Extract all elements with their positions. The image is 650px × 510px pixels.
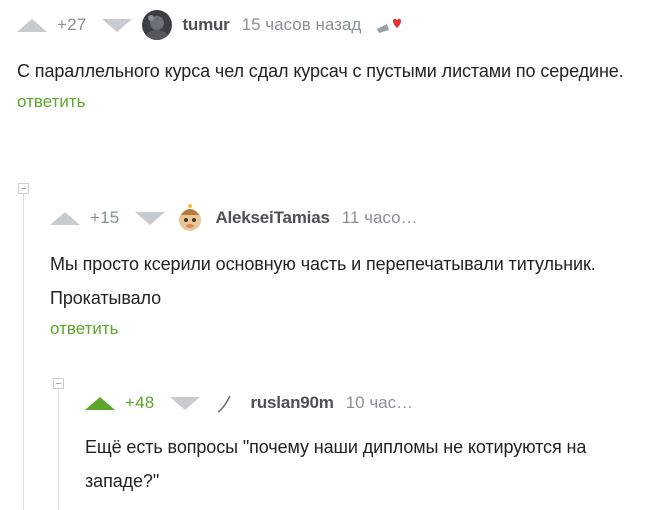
vote-controls: +15 [50, 208, 166, 228]
heart-badge-icon [375, 15, 402, 35]
collapse-thread-button[interactable] [18, 183, 29, 194]
comment-rating: +15 [90, 208, 120, 227]
comment-header: +27 tumur 15 часов назад [17, 10, 637, 40]
downvote-icon[interactable] [170, 396, 201, 410]
comment-text: С параллельного курса чел сдал курсач с … [17, 61, 624, 81]
comment-time[interactable]: 15 часов назад [242, 15, 362, 35]
comment-text: Ещё есть вопросы "почему наши дипломы не… [85, 437, 587, 491]
comment-header: +48 ruslan90m 10 час… [85, 388, 645, 418]
comment-text: Мы просто ксерили основную часть и переп… [50, 254, 596, 308]
author-name[interactable]: AlekseiTamias [215, 208, 329, 228]
comment-time[interactable]: 11 часо… [342, 208, 418, 228]
upvote-icon[interactable] [50, 211, 80, 225]
reply-link[interactable]: ответить [17, 92, 637, 112]
comment-alekseitamias: +15 AlekseiTamias 11 часо… Мы просто ксе… [50, 203, 630, 339]
vote-controls: +48 [85, 393, 201, 413]
thread-line-level-2 [58, 388, 59, 510]
upvote-icon[interactable] [17, 18, 47, 32]
comment-ruslan90m: +48 ruslan90m 10 час… Ещё есть вопросы "… [85, 388, 645, 498]
comment-time[interactable]: 10 час… [346, 393, 413, 413]
downvote-icon[interactable] [102, 18, 133, 32]
vote-controls: +27 [17, 15, 133, 35]
avatar[interactable] [175, 203, 206, 233]
comment-header: +15 AlekseiTamias 11 часо… [50, 203, 630, 233]
comment-rating: +48 [125, 393, 155, 412]
avatar[interactable] [142, 10, 173, 40]
thread-line-level-1 [23, 193, 24, 510]
downvote-icon[interactable] [135, 211, 166, 225]
comment-rating: +27 [57, 15, 87, 34]
reply-link[interactable]: ответить [50, 319, 630, 339]
author-name[interactable]: ruslan90m [250, 393, 333, 413]
upvote-icon[interactable] [85, 396, 115, 410]
avatar[interactable] [210, 388, 241, 418]
comment-tumur: +27 tumur 15 часов назад С параллельного… [17, 10, 637, 112]
author-name[interactable]: tumur [182, 15, 229, 35]
collapse-thread-button[interactable] [53, 378, 64, 389]
